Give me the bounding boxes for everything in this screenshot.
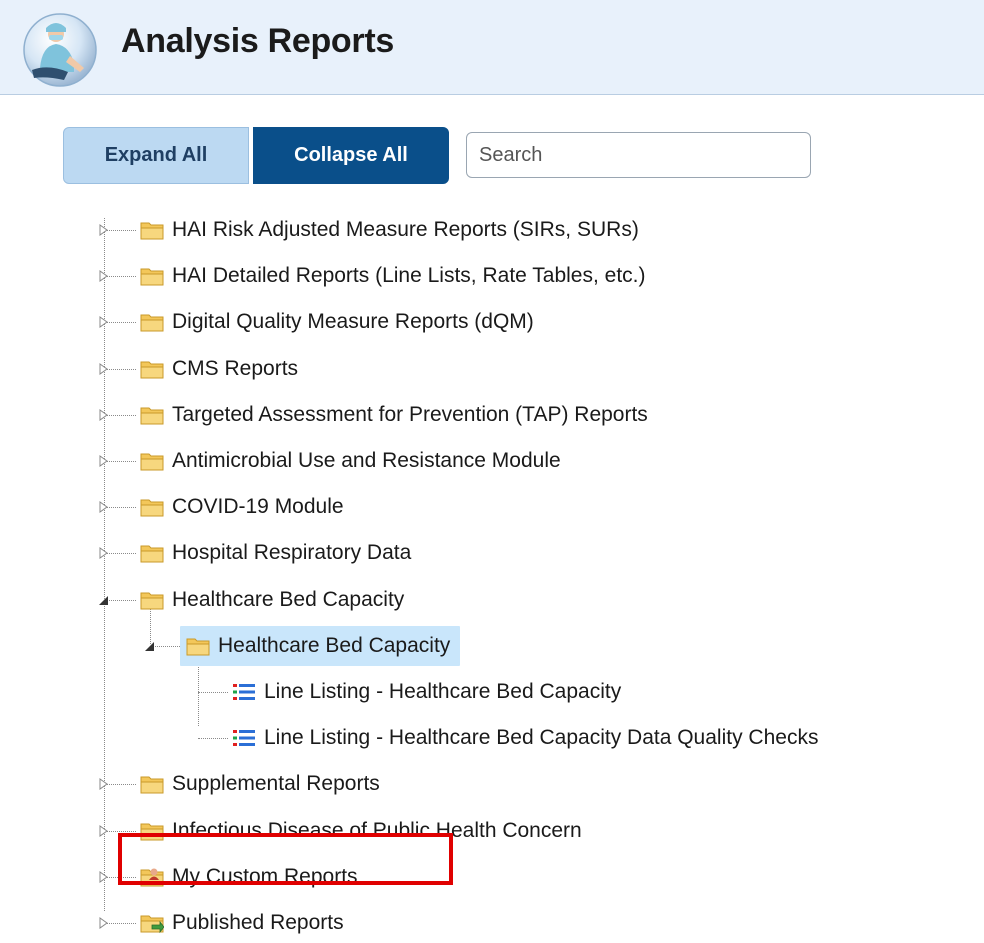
- folder-icon: [140, 314, 164, 332]
- tree-item-label: HAI Risk Adjusted Measure Reports (SIRs,…: [172, 218, 639, 241]
- folder-icon: [140, 268, 164, 286]
- report-list-icon: [233, 730, 255, 747]
- folder-icon: [186, 638, 210, 656]
- folder-item-supplemental-reports[interactable]: Supplemental Reports: [140, 764, 380, 804]
- expand-arrow-icon[interactable]: [98, 824, 110, 838]
- expand-arrow-icon[interactable]: [98, 269, 110, 283]
- tree-item-label: My Custom Reports: [172, 864, 358, 888]
- expand-arrow-icon[interactable]: [98, 315, 110, 329]
- tree-connector-line: [198, 692, 228, 693]
- folder-item-digital-quality-measure-reports-dqm[interactable]: Digital Quality Measure Reports (dQM): [140, 302, 534, 342]
- healthcare-worker-logo-icon: [23, 13, 97, 87]
- report-item-line-listing-healthcare-bed-capacity-data-quality-checks[interactable]: Line Listing - Healthcare Bed Capacity D…: [232, 718, 818, 758]
- tree-item-label: Published Reports: [172, 911, 344, 934]
- folder-item-hospital-respiratory-data[interactable]: Hospital Respiratory Data: [140, 533, 411, 573]
- custom-reports-folder-icon: [140, 868, 164, 887]
- expand-arrow-icon[interactable]: [98, 408, 110, 422]
- report-list-icon: [233, 684, 255, 700]
- expand-arrow-icon[interactable]: [98, 870, 110, 884]
- folder-item-covid-19-module[interactable]: COVID-19 Module: [140, 487, 344, 527]
- expand-arrow-icon[interactable]: [98, 916, 110, 930]
- expand-arrow-icon[interactable]: [98, 362, 110, 376]
- folder-item-hai-risk-adjusted-measure-reports-sirs-surs[interactable]: HAI Risk Adjusted Measure Reports (SIRs,…: [140, 210, 639, 250]
- folder-item-healthcare-bed-capacity[interactable]: Healthcare Bed Capacity: [140, 580, 404, 620]
- collapse-arrow-icon[interactable]: [144, 639, 156, 653]
- tree-item-label: Infectious Disease of Public Health Conc…: [172, 818, 582, 842]
- folder-item-antimicrobial-use-and-resistance-module[interactable]: Antimicrobial Use and Resistance Module: [140, 441, 561, 481]
- tree-item-label: COVID-19 Module: [172, 495, 344, 519]
- folder-icon: [140, 823, 164, 841]
- folder-item-hai-detailed-reports-line-lists-rate-tables-etc[interactable]: HAI Detailed Reports (Line Lists, Rate T…: [140, 256, 646, 296]
- expand-arrow-icon[interactable]: [98, 777, 110, 791]
- tree-item-label: Supplemental Reports: [172, 772, 380, 796]
- page-header: Analysis Reports: [0, 0, 984, 95]
- tree-item-label: Healthcare Bed Capacity: [172, 587, 405, 611]
- expand-arrow-icon[interactable]: [98, 454, 110, 468]
- tree-connector-line: [198, 738, 228, 740]
- folder-icon: [140, 361, 164, 379]
- folder-icon: [140, 545, 164, 563]
- expand-arrow-icon[interactable]: [98, 500, 110, 514]
- folder-item-targeted-assessment-for-prevention-tap-reports[interactable]: Targeted Assessment for Prevention (TAP)…: [140, 395, 648, 435]
- folder-item-my-custom-reports[interactable]: My Custom Reports: [140, 857, 358, 897]
- page-title: Analysis Reports: [121, 22, 394, 60]
- folder-icon: [140, 222, 164, 240]
- tree-item-label: HAI Detailed Reports (Line Lists, Rate T…: [172, 264, 646, 288]
- tree-item-label: Line Listing - Healthcare Bed Capacity: [264, 680, 622, 703]
- expand-arrow-icon[interactable]: [98, 223, 110, 237]
- folder-icon: [140, 776, 164, 794]
- report-item-line-listing-healthcare-bed-capacity[interactable]: Line Listing - Healthcare Bed Capacity: [232, 672, 621, 712]
- collapse-all-button[interactable]: Collapse All: [253, 127, 449, 184]
- folder-icon: [140, 499, 164, 517]
- folder-item-infectious-disease-of-public-health-concern[interactable]: Infectious Disease of Public Health Conc…: [140, 811, 582, 851]
- folder-item-cms-reports[interactable]: CMS Reports: [140, 349, 298, 389]
- folder-item-published-reports[interactable]: Published Reports: [140, 903, 344, 943]
- tree-item-label: Antimicrobial Use and Resistance Module: [172, 449, 561, 472]
- folder-icon: [140, 453, 164, 471]
- folder-icon: [140, 592, 164, 610]
- tree-item-label: Line Listing - Healthcare Bed Capacity D…: [264, 726, 819, 750]
- folder-icon: [140, 407, 164, 425]
- expand-arrow-icon[interactable]: [98, 546, 110, 560]
- tree-item-label: Hospital Respiratory Data: [172, 541, 412, 565]
- tree-item-label: Digital Quality Measure Reports (dQM): [172, 310, 534, 334]
- expand-all-button[interactable]: Expand All: [63, 127, 249, 184]
- folder-item-healthcare-bed-capacity[interactable]: Healthcare Bed Capacity: [180, 625, 461, 666]
- search-input[interactable]: [466, 132, 811, 178]
- tree-item-label: CMS Reports: [172, 356, 299, 380]
- collapse-arrow-icon[interactable]: [98, 593, 110, 607]
- tree-item-label: Targeted Assessment for Prevention (TAP)…: [172, 402, 648, 426]
- tree-item-label: Healthcare Bed Capacity: [218, 633, 451, 657]
- published-reports-folder-icon: [140, 915, 164, 934]
